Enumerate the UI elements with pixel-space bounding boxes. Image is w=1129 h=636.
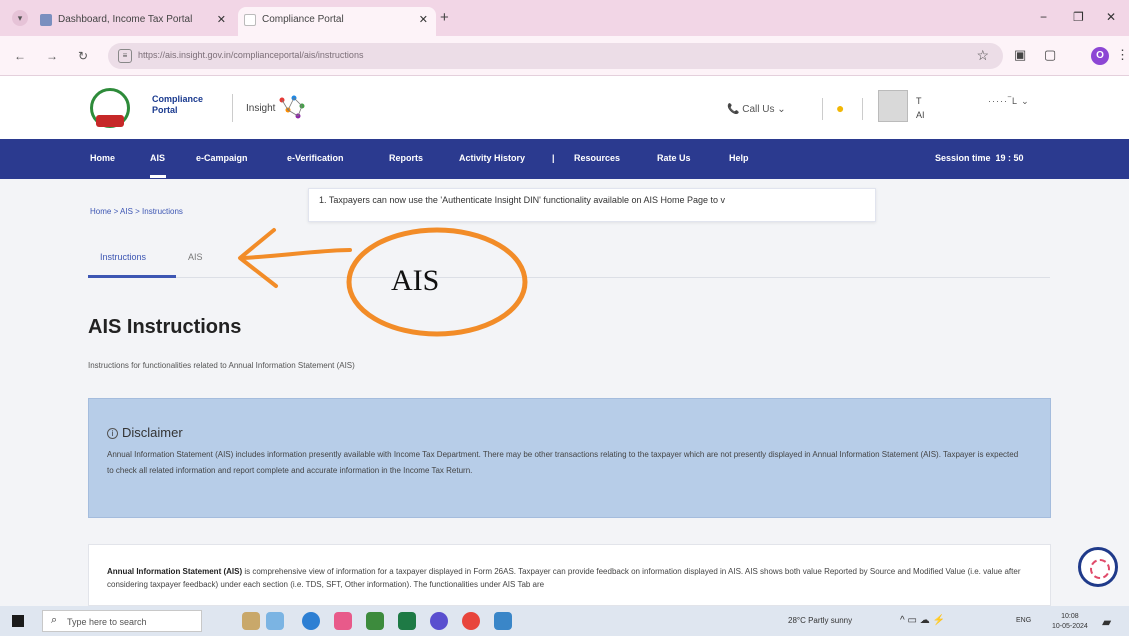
ais-info-text: Annual Information Statement (AIS) is co…: [107, 567, 1021, 589]
new-tab-icon[interactable]: +: [440, 9, 449, 26]
insight-logo-icon: [279, 95, 305, 119]
main-nav: Home AIS e-Campaign e-Verification Repor…: [0, 139, 1129, 179]
chatbot-icon[interactable]: [1078, 547, 1118, 587]
clock[interactable]: 10:08 10-05-2024: [1052, 612, 1088, 632]
tab-title: Compliance Portal: [262, 14, 344, 25]
tab-search-icon[interactable]: ▾: [12, 10, 28, 26]
nav-rate-us[interactable]: Rate Us: [657, 153, 691, 163]
extension-icon[interactable]: ▣: [1014, 47, 1026, 63]
app-icon[interactable]: [494, 612, 512, 630]
app-icon[interactable]: [366, 612, 384, 630]
page-subtitle: Instructions for functionalities related…: [88, 361, 355, 370]
sidepanel-icon[interactable]: ▢: [1044, 47, 1056, 63]
disclaimer-title: i Disclaimer: [107, 425, 183, 440]
user-avatar[interactable]: [878, 90, 908, 122]
back-icon[interactable]: ←: [14, 49, 26, 63]
site-info-icon[interactable]: ≡: [118, 49, 132, 63]
notification-icon[interactable]: ▰: [1102, 615, 1111, 629]
nav-active-indicator: [150, 175, 166, 178]
compliance-portal-title: Compliance Portal: [152, 94, 204, 115]
close-tab-icon[interactable]: ✕: [217, 7, 226, 33]
close-tab-icon[interactable]: ✕: [419, 7, 428, 33]
income-tax-emblem-logo[interactable]: [90, 88, 130, 128]
widget-app-icon[interactable]: [242, 612, 260, 630]
annotation-arrow-and-circle: [238, 227, 528, 337]
nav-e-campaign[interactable]: e-Campaign: [196, 153, 248, 163]
header-divider: [822, 98, 823, 120]
search-placeholder: Type here to search: [67, 617, 147, 627]
insight-label: Insight: [246, 103, 276, 114]
close-window-icon[interactable]: ✕: [1106, 10, 1116, 24]
disclaimer-panel: i Disclaimer Annual Information Statement…: [88, 398, 1051, 518]
announcement-ticker: 1. Taxpayers can now use the 'Authentica…: [308, 188, 876, 222]
nav-e-verification[interactable]: e-Verification: [287, 153, 344, 163]
tab-ais[interactable]: AIS: [188, 252, 203, 262]
call-us-dropdown[interactable]: 📞 Call Us ⌄: [727, 104, 786, 115]
reload-icon[interactable]: ↻: [78, 49, 88, 63]
user-dropdown[interactable]: ·····‾L ⌄: [988, 96, 1030, 107]
taskbar-search-input[interactable]: ⌕ Type here to search: [42, 610, 202, 632]
chrome-icon[interactable]: [462, 612, 480, 630]
bookmark-star-icon[interactable]: ☆: [976, 47, 989, 64]
profile-avatar[interactable]: O: [1091, 47, 1109, 65]
forward-icon[interactable]: →: [46, 49, 58, 63]
user-name[interactable]: T AI: [916, 94, 925, 122]
header-divider: [862, 98, 863, 120]
info-icon: i: [107, 428, 118, 439]
maximize-icon[interactable]: ❐: [1073, 10, 1084, 24]
active-tab-indicator: [88, 275, 176, 278]
nav-resources[interactable]: Resources: [574, 153, 620, 163]
url-field[interactable]: ≡ https://ais.insight.gov.in/compliancep…: [108, 43, 1003, 69]
weather-widget[interactable]: 28°C Partly sunny: [788, 616, 852, 625]
app-icon[interactable]: [430, 612, 448, 630]
edge-icon[interactable]: [302, 612, 320, 630]
menu-kebab-icon[interactable]: ⋮: [1116, 47, 1129, 63]
search-icon: ⌕: [51, 614, 58, 626]
nav-activity-history[interactable]: Activity History: [459, 153, 525, 163]
tab-title: Dashboard, Income Tax Portal: [58, 14, 193, 25]
disclaimer-text: Annual Information Statement (AIS) inclu…: [107, 450, 1019, 475]
widget-app-icon[interactable]: [266, 612, 284, 630]
tab-instructions[interactable]: Instructions: [100, 252, 146, 262]
url-text: https://ais.insight.gov.in/compliancepor…: [138, 50, 364, 60]
session-timer: Session time 19 : 50: [935, 153, 1024, 163]
breadcrumb[interactable]: Home > AIS > Instructions: [90, 207, 183, 216]
page-title: AIS Instructions: [88, 316, 242, 338]
windows-taskbar: ⌕ Type here to search 28°C Partly sunny …: [0, 606, 1129, 636]
nav-help[interactable]: Help: [729, 153, 749, 163]
lightbulb-icon[interactable]: ●: [836, 100, 844, 116]
system-tray-icons[interactable]: ^ ▭ ☁ ⚡: [900, 615, 945, 626]
annotation-label: AIS: [391, 264, 440, 297]
browser-tab-strip: ▾ Dashboard, Income Tax Portal ✕ Complia…: [0, 0, 1129, 36]
ais-info-panel: Annual Information Statement (AIS) is co…: [88, 544, 1051, 606]
favicon-icon: [40, 14, 52, 26]
excel-icon[interactable]: [398, 612, 416, 630]
nav-separator: |: [552, 153, 555, 163]
browser-tab-dashboard[interactable]: Dashboard, Income Tax Portal ✕: [34, 7, 234, 36]
minimize-icon[interactable]: −: [1040, 10, 1047, 24]
site-header: Compliance Portal Insight 📞 Call Us ⌄ ● …: [0, 76, 1129, 139]
language-indicator[interactable]: ENG: [1016, 617, 1031, 624]
nav-ais[interactable]: AIS: [150, 153, 165, 163]
nav-home[interactable]: Home: [90, 153, 115, 163]
address-bar-row: ← → ↻ ≡ https://ais.insight.gov.in/compl…: [0, 36, 1129, 76]
windows-start-icon[interactable]: [12, 615, 24, 627]
nav-reports[interactable]: Reports: [389, 153, 423, 163]
app-icon[interactable]: [334, 612, 352, 630]
browser-tab-compliance[interactable]: Compliance Portal ✕: [238, 7, 436, 36]
favicon-icon: [244, 14, 256, 26]
header-divider: [232, 94, 233, 122]
